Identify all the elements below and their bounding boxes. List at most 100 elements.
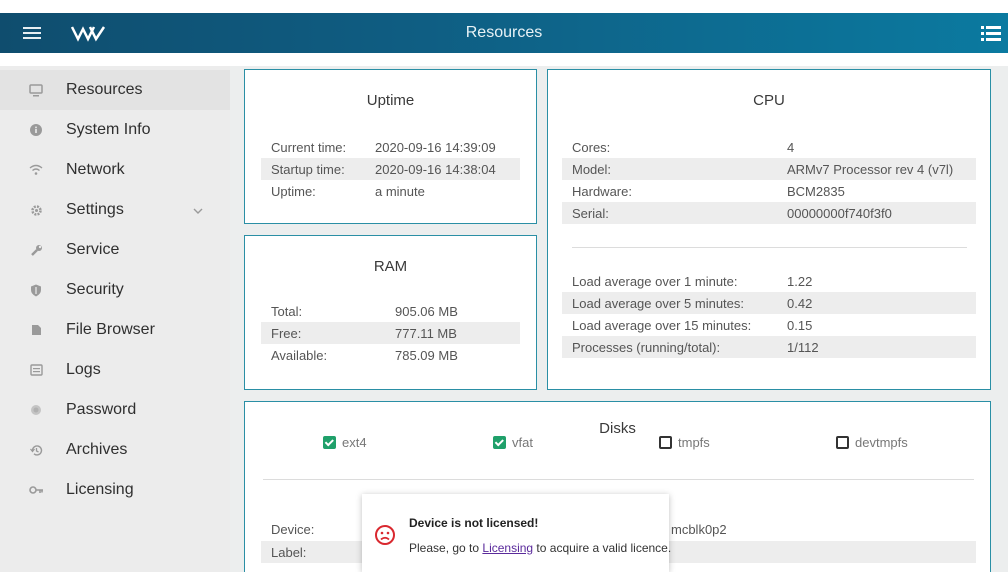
row-label: Cores:: [572, 140, 611, 155]
cpu-card: CPU Cores: 4 Model: ARMv7 Processor rev …: [547, 69, 991, 390]
sidebar-item-logs[interactable]: Logs: [0, 350, 230, 390]
sidebar-item-label: Resources: [66, 81, 143, 98]
table-row: Serial: 00000000f740f3f0: [562, 202, 976, 224]
divider: [263, 479, 974, 480]
table-row: Available: 785.09 MB: [261, 344, 520, 366]
header-band: Resources: [0, 13, 1008, 53]
table-row: Startup time: 2020-09-16 14:38:04: [261, 158, 520, 180]
row-value: 2020-09-16 14:39:09: [375, 140, 496, 155]
row-value: 0.15: [787, 318, 813, 333]
sad-face-icon: [375, 525, 395, 545]
divider: [572, 247, 967, 248]
row-label: Model:: [572, 162, 612, 177]
list-menu-icon[interactable]: [980, 23, 1002, 43]
sidebar-item-label: Settings: [66, 201, 124, 218]
row-value: 785.09 MB: [395, 348, 458, 363]
row-value: mcblk0p2: [671, 522, 727, 537]
uptime-title: Uptime: [366, 92, 415, 109]
ram-title: RAM: [373, 258, 408, 275]
checkbox-checked-icon[interactable]: [493, 436, 506, 449]
history-icon: [28, 442, 44, 458]
row-label: Hardware:: [572, 184, 632, 199]
filter-label: tmpfs: [678, 435, 710, 450]
sidebar-item-label: Service: [66, 241, 120, 258]
sidebar-item-label: Logs: [66, 361, 101, 378]
row-label: Uptime:: [271, 184, 316, 199]
sidebar-item-licensing[interactable]: Licensing: [0, 470, 230, 510]
sidebar-item-archives[interactable]: Archives: [0, 430, 230, 470]
row-value: 4: [787, 140, 795, 155]
row-label: Startup time:: [271, 162, 345, 177]
key-icon: [28, 482, 44, 498]
sidebar-item-label: File Browser: [66, 321, 155, 338]
wifi-icon: [28, 162, 44, 178]
sidebar-item-resources[interactable]: Resources: [0, 70, 230, 110]
row-label: Load average over 1 minute:: [572, 274, 738, 289]
row-label: Serial:: [572, 206, 609, 221]
gear-icon: [28, 202, 44, 218]
sidebar-item-network[interactable]: Network: [0, 150, 230, 190]
license-warning-toast: Device is not licensed! Please, go to Li…: [362, 494, 671, 572]
sidebar-item-password[interactable]: Password: [0, 390, 230, 430]
licensing-link[interactable]: Licensing: [482, 541, 533, 555]
filter-label: vfat: [512, 435, 533, 450]
filter-vfat-checkbox[interactable]: vfat: [493, 435, 533, 450]
table-row: Free: 777.11 MB: [261, 322, 520, 344]
wrench-icon: [28, 242, 44, 258]
sidebar-item-label: Archives: [66, 441, 128, 458]
row-label: Current time:: [271, 140, 347, 155]
table-row: Total: 905.06 MB: [261, 300, 520, 322]
table-row: Load average over 1 minute: 1.22: [562, 270, 976, 292]
row-label: Label:: [271, 545, 307, 560]
sidebar-item-label: Security: [66, 281, 124, 298]
top-bar: Resources: [0, 0, 1008, 66]
row-label: Load average over 5 minutes:: [572, 296, 744, 311]
sidebar-item-label: System Info: [66, 121, 151, 138]
row-value: ARMv7 Processor rev 4 (v7l): [787, 162, 954, 177]
filter-tmpfs-checkbox[interactable]: tmpfs: [659, 435, 710, 450]
toast-message-end: to acquire a valid licence.: [533, 541, 672, 555]
checkbox-empty-icon[interactable]: [659, 436, 672, 449]
row-value: 1.22: [787, 274, 813, 289]
checkbox-checked-icon[interactable]: [323, 436, 336, 449]
password-icon: [28, 402, 44, 418]
row-value: a minute: [375, 184, 425, 199]
chevron-down-icon[interactable]: [193, 205, 203, 215]
table-row: Model: ARMv7 Processor rev 4 (v7l): [562, 158, 976, 180]
table-row: Load average over 5 minutes: 0.42: [562, 292, 976, 314]
row-value: 00000000f740f3f0: [787, 206, 892, 221]
checkbox-empty-icon[interactable]: [836, 436, 849, 449]
row-label: Processes (running/total):: [572, 340, 721, 355]
sidebar-item-settings[interactable]: Settings: [0, 190, 230, 230]
table-row: Uptime: a minute: [261, 180, 520, 202]
row-label: Total:: [271, 304, 303, 319]
sidebar-item-label: Password: [66, 401, 137, 418]
table-row: Hardware: BCM2835: [562, 180, 976, 202]
sidebar-item-label: Licensing: [66, 481, 134, 498]
table-row: Load average over 15 minutes: 0.15: [562, 314, 976, 336]
table-row: Processes (running/total): 1/112: [562, 336, 976, 358]
ram-card: RAM Total: 905.06 MB Free: 777.11 MB Ava…: [244, 235, 537, 390]
filter-ext4-checkbox[interactable]: ext4: [323, 435, 367, 450]
sidebar-item-security[interactable]: Security: [0, 270, 230, 310]
info-icon: [28, 122, 44, 138]
cpu-title: CPU: [753, 92, 785, 109]
log-icon: [28, 362, 44, 378]
page-title: Resources: [465, 24, 543, 41]
sidebar-item-service[interactable]: Service: [0, 230, 230, 270]
toast-message: Please, go to Licensing to acquire a val…: [409, 541, 671, 555]
row-value: 777.11 MB: [395, 326, 457, 341]
row-value: 1/112: [787, 340, 819, 355]
monitor-icon: [28, 82, 44, 98]
filter-devtmpfs-checkbox[interactable]: devtmpfs: [836, 435, 908, 450]
row-label: Load average over 15 minutes:: [572, 318, 752, 333]
sidebar-item-system-info[interactable]: System Info: [0, 110, 230, 150]
row-label: Device:: [271, 522, 315, 537]
sidebar-item-file-browser[interactable]: File Browser: [0, 310, 230, 350]
filter-label: ext4: [342, 435, 367, 450]
filter-label: devtmpfs: [855, 435, 908, 450]
row-value: BCM2835: [787, 184, 845, 199]
row-label: Free:: [271, 326, 302, 341]
table-row: Cores: 4: [562, 136, 976, 158]
row-value: 2020-09-16 14:38:04: [375, 162, 496, 177]
